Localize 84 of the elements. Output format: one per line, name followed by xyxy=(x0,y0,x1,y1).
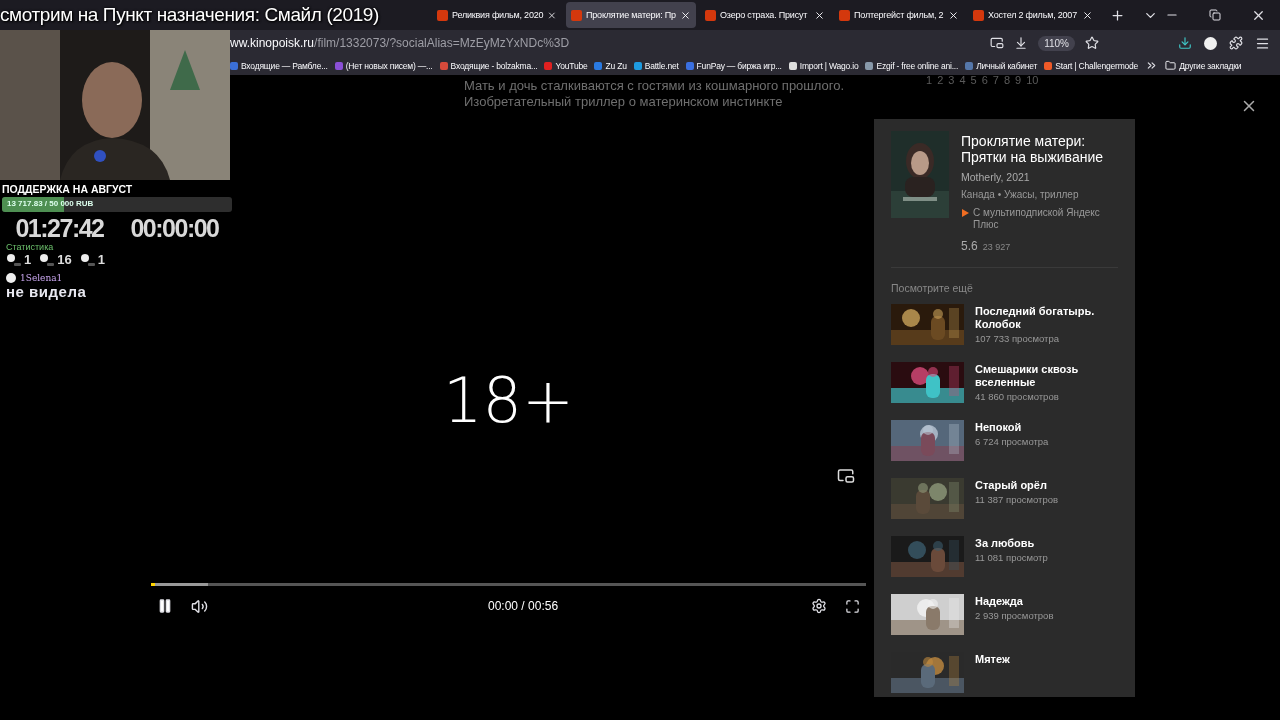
stream-timer: 00:00:00 xyxy=(130,214,219,242)
restore-icon[interactable] xyxy=(1209,9,1221,21)
chat-username: 1Selena1 xyxy=(20,273,63,283)
movie-title: Проклятие матери: Прятки на выживание xyxy=(961,133,1105,165)
picture-in-picture-icon[interactable] xyxy=(990,36,1005,50)
download-icon[interactable] xyxy=(1178,36,1192,50)
bookmark-link[interactable]: (Нет новых писем) —... xyxy=(334,60,433,71)
rating-scale-number: 2 xyxy=(937,73,944,88)
recommendation-item[interactable]: Непокой 6 724 просмотра xyxy=(891,420,1118,478)
age-rating: 18+ xyxy=(443,364,574,436)
rating-value: 5.6 xyxy=(961,239,978,253)
support-amount: 13 717.83 / 50 000 RUB xyxy=(7,199,94,208)
playback-time: 00:00 / 00:56 xyxy=(488,599,559,613)
star-icon[interactable] xyxy=(1085,36,1099,50)
recommendation-item[interactable]: Последний богатырь. Колобок 107 733 просмотра xyxy=(891,304,1118,362)
close-icon[interactable] xyxy=(680,9,691,21)
chat-message: не видела xyxy=(6,283,88,300)
fullscreen-icon[interactable] xyxy=(845,598,860,614)
close-icon[interactable] xyxy=(814,9,825,21)
browser-tab[interactable]: Реликвия фильм, 2020 xyxy=(432,2,562,28)
recommendation-item[interactable]: Надежда 2 939 просмотров xyxy=(891,594,1118,652)
description-line: Мать и дочь сталкиваются с гостями из кошмарного прошлого. xyxy=(464,78,846,94)
rating-scale-number: 4 xyxy=(959,73,966,88)
bookmark-link[interactable]: Battle.net xyxy=(633,60,679,71)
recommendation-item[interactable]: За любовь 11 081 просмотр xyxy=(891,536,1118,594)
tab-favicon-icon xyxy=(571,9,582,21)
bookmark-link[interactable]: Личный кабинет xyxy=(965,60,1038,71)
bookmark-link[interactable]: Ezgif - free online ani... xyxy=(865,60,959,71)
folder-icon xyxy=(1165,60,1177,71)
browser-tab[interactable]: Хостел 2 фильм, 2007 xyxy=(968,2,1098,28)
bookmark-link[interactable]: YouTube xyxy=(544,60,588,71)
close-icon[interactable] xyxy=(1082,9,1093,21)
zoom-badge[interactable]: 110% xyxy=(1038,35,1075,51)
stat-value: 1 xyxy=(97,252,105,267)
rating-scale-number: 10 xyxy=(1026,73,1039,88)
browser-tab[interactable]: Озеро страха. Присут xyxy=(700,2,830,28)
recommendation-item[interactable]: Старый орёл 11 387 просмотров xyxy=(891,478,1118,536)
download-icon[interactable] xyxy=(1014,36,1029,50)
movie-meta: Канада • Ужасы, триллер xyxy=(961,189,1080,200)
browser-tab[interactable]: Проклятие матери: Пр xyxy=(566,2,696,28)
new-tab-icon[interactable] xyxy=(1110,7,1125,23)
progress-track[interactable] xyxy=(151,583,866,586)
tab-favicon-icon xyxy=(437,9,448,21)
bookmark-link[interactable]: Start | Challengermode xyxy=(1044,60,1139,71)
section-heading: Посмотрите ещё xyxy=(891,282,974,294)
user-badge-icon xyxy=(6,273,16,283)
recommendation-item[interactable]: Мятеж xyxy=(891,652,1118,693)
settings-icon[interactable] xyxy=(811,598,827,614)
tab-favicon-icon xyxy=(839,9,850,21)
tab-favicon-icon xyxy=(973,9,984,21)
pause-icon[interactable] xyxy=(157,598,173,614)
bookmark-link[interactable]: FunPay — биржа игр... xyxy=(685,60,782,71)
stat-value: 16 xyxy=(57,252,72,267)
rating-scale-number: 8 xyxy=(1003,73,1010,88)
rating-scale-number: 5 xyxy=(970,73,977,88)
picture-in-picture-icon[interactable] xyxy=(837,467,855,485)
rating-scale-number: 9 xyxy=(1015,73,1022,88)
bookmark-link[interactable]: Zu Zu xyxy=(594,60,627,71)
extensions-icon[interactable] xyxy=(1229,36,1243,50)
bookmark-link[interactable]: Import | Wago.io xyxy=(788,60,859,71)
subscription-note: С мультиподпиской Яндекс Плюс xyxy=(973,207,1101,231)
other-bookmarks-link[interactable]: Другие закладки xyxy=(1165,60,1242,71)
menu-icon[interactable] xyxy=(1255,35,1270,51)
stat-value: 1 xyxy=(24,252,32,267)
tab-favicon-icon xyxy=(705,9,716,21)
rating-scale-number: 6 xyxy=(981,73,988,88)
volume-icon[interactable] xyxy=(191,597,208,615)
close-icon[interactable] xyxy=(948,9,959,21)
recommendation-item[interactable]: Смешарики сквозь вселенные 41 860 просмотров xyxy=(891,362,1118,420)
rating-scale-number: 1 xyxy=(926,73,933,88)
bookmark-link[interactable]: Входящие - bolzakma... xyxy=(439,60,538,71)
browser-tab[interactable]: Полтергейст фильм, 2 xyxy=(834,2,964,28)
stats-title: Статистика xyxy=(6,242,55,252)
account-avatar[interactable] xyxy=(1204,36,1217,50)
rating-scale-number: 3 xyxy=(948,73,955,88)
stream-title: смотрим на Пункт назначения: Смайл (2019) xyxy=(0,4,379,26)
rating-scale-number: 7 xyxy=(992,73,999,88)
bookmark-link[interactable]: Входящие — Рамбле... xyxy=(230,60,328,71)
stream-timer: 01:27:42 xyxy=(15,214,104,242)
description-line: Изобретательный триллер о материнском инстинкте xyxy=(464,94,784,110)
support-title: ПОДДЕРЖКА НА АВГУСТ xyxy=(2,183,134,195)
close-icon[interactable] xyxy=(547,9,557,21)
vote-count: 23 927 xyxy=(982,242,1011,252)
original-title: Motherly, 2021 xyxy=(961,171,1031,183)
